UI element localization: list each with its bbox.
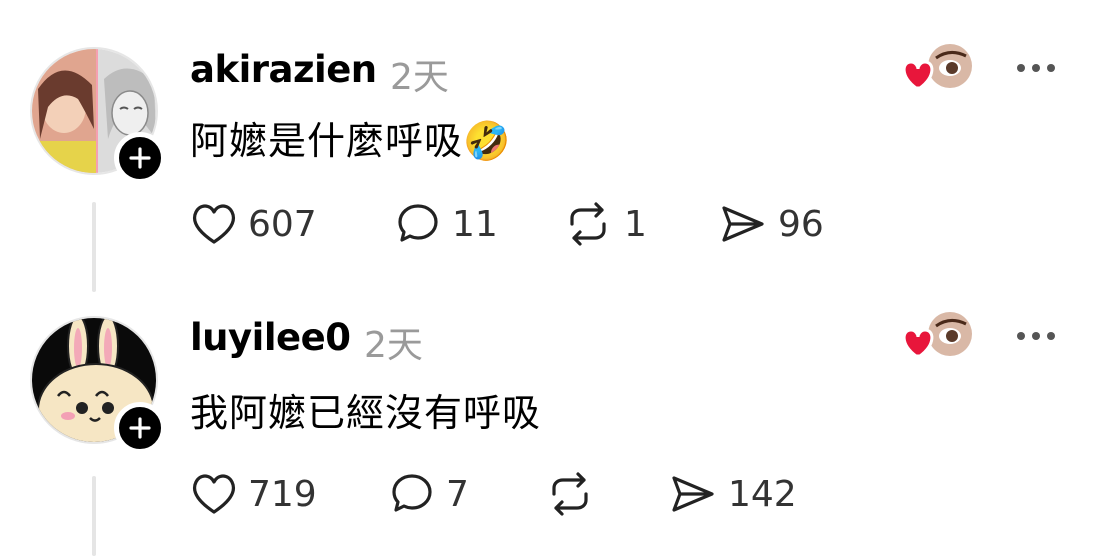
repost-button[interactable]	[544, 466, 606, 522]
thread-line	[92, 476, 96, 556]
follow-button[interactable]	[114, 132, 166, 184]
more-dots-icon	[1017, 64, 1055, 72]
repost-icon	[570, 202, 606, 246]
username[interactable]: akirazien	[190, 48, 377, 91]
more-dots-icon	[1017, 332, 1055, 340]
heart-icon	[193, 474, 235, 514]
author-liked-heart-icon	[902, 44, 972, 90]
reply-button[interactable]: 7	[388, 466, 469, 522]
author-liked-indicator	[900, 42, 980, 98]
heart-icon	[193, 204, 235, 244]
share-count: 96	[778, 203, 824, 245]
follow-button[interactable]	[114, 402, 166, 454]
reply-button[interactable]: 11	[394, 196, 498, 252]
username[interactable]: luyilee0	[190, 316, 351, 359]
repost-icon	[552, 472, 588, 516]
thread-line	[92, 202, 96, 292]
like-button[interactable]: 719	[190, 466, 317, 522]
like-count: 607	[248, 203, 317, 245]
comment-icon	[398, 204, 438, 242]
repost-button[interactable]: 1	[562, 196, 647, 252]
share-count: 142	[728, 473, 797, 515]
send-icon	[722, 206, 764, 242]
send-icon	[672, 476, 714, 512]
share-button[interactable]: 142	[668, 466, 797, 522]
comment-icon	[392, 474, 432, 512]
timestamp: 2天	[390, 57, 449, 98]
more-options-button[interactable]	[1014, 328, 1058, 344]
reply-count: 11	[452, 203, 498, 245]
plus-icon	[129, 147, 151, 169]
post-text: 阿嬤是什麼呼吸🤣	[190, 119, 512, 163]
like-count: 719	[248, 473, 317, 515]
timestamp: 2天	[364, 325, 423, 366]
post-text: 我阿嬤已經沒有呼吸	[190, 391, 542, 435]
author-liked-heart-icon	[902, 312, 972, 358]
like-button[interactable]: 607	[190, 196, 317, 252]
reply-count: 7	[446, 473, 469, 515]
repost-count: 1	[624, 203, 647, 245]
more-options-button[interactable]	[1014, 60, 1058, 76]
author-liked-indicator	[900, 310, 980, 366]
share-button[interactable]: 96	[718, 196, 824, 252]
plus-icon	[129, 417, 151, 439]
